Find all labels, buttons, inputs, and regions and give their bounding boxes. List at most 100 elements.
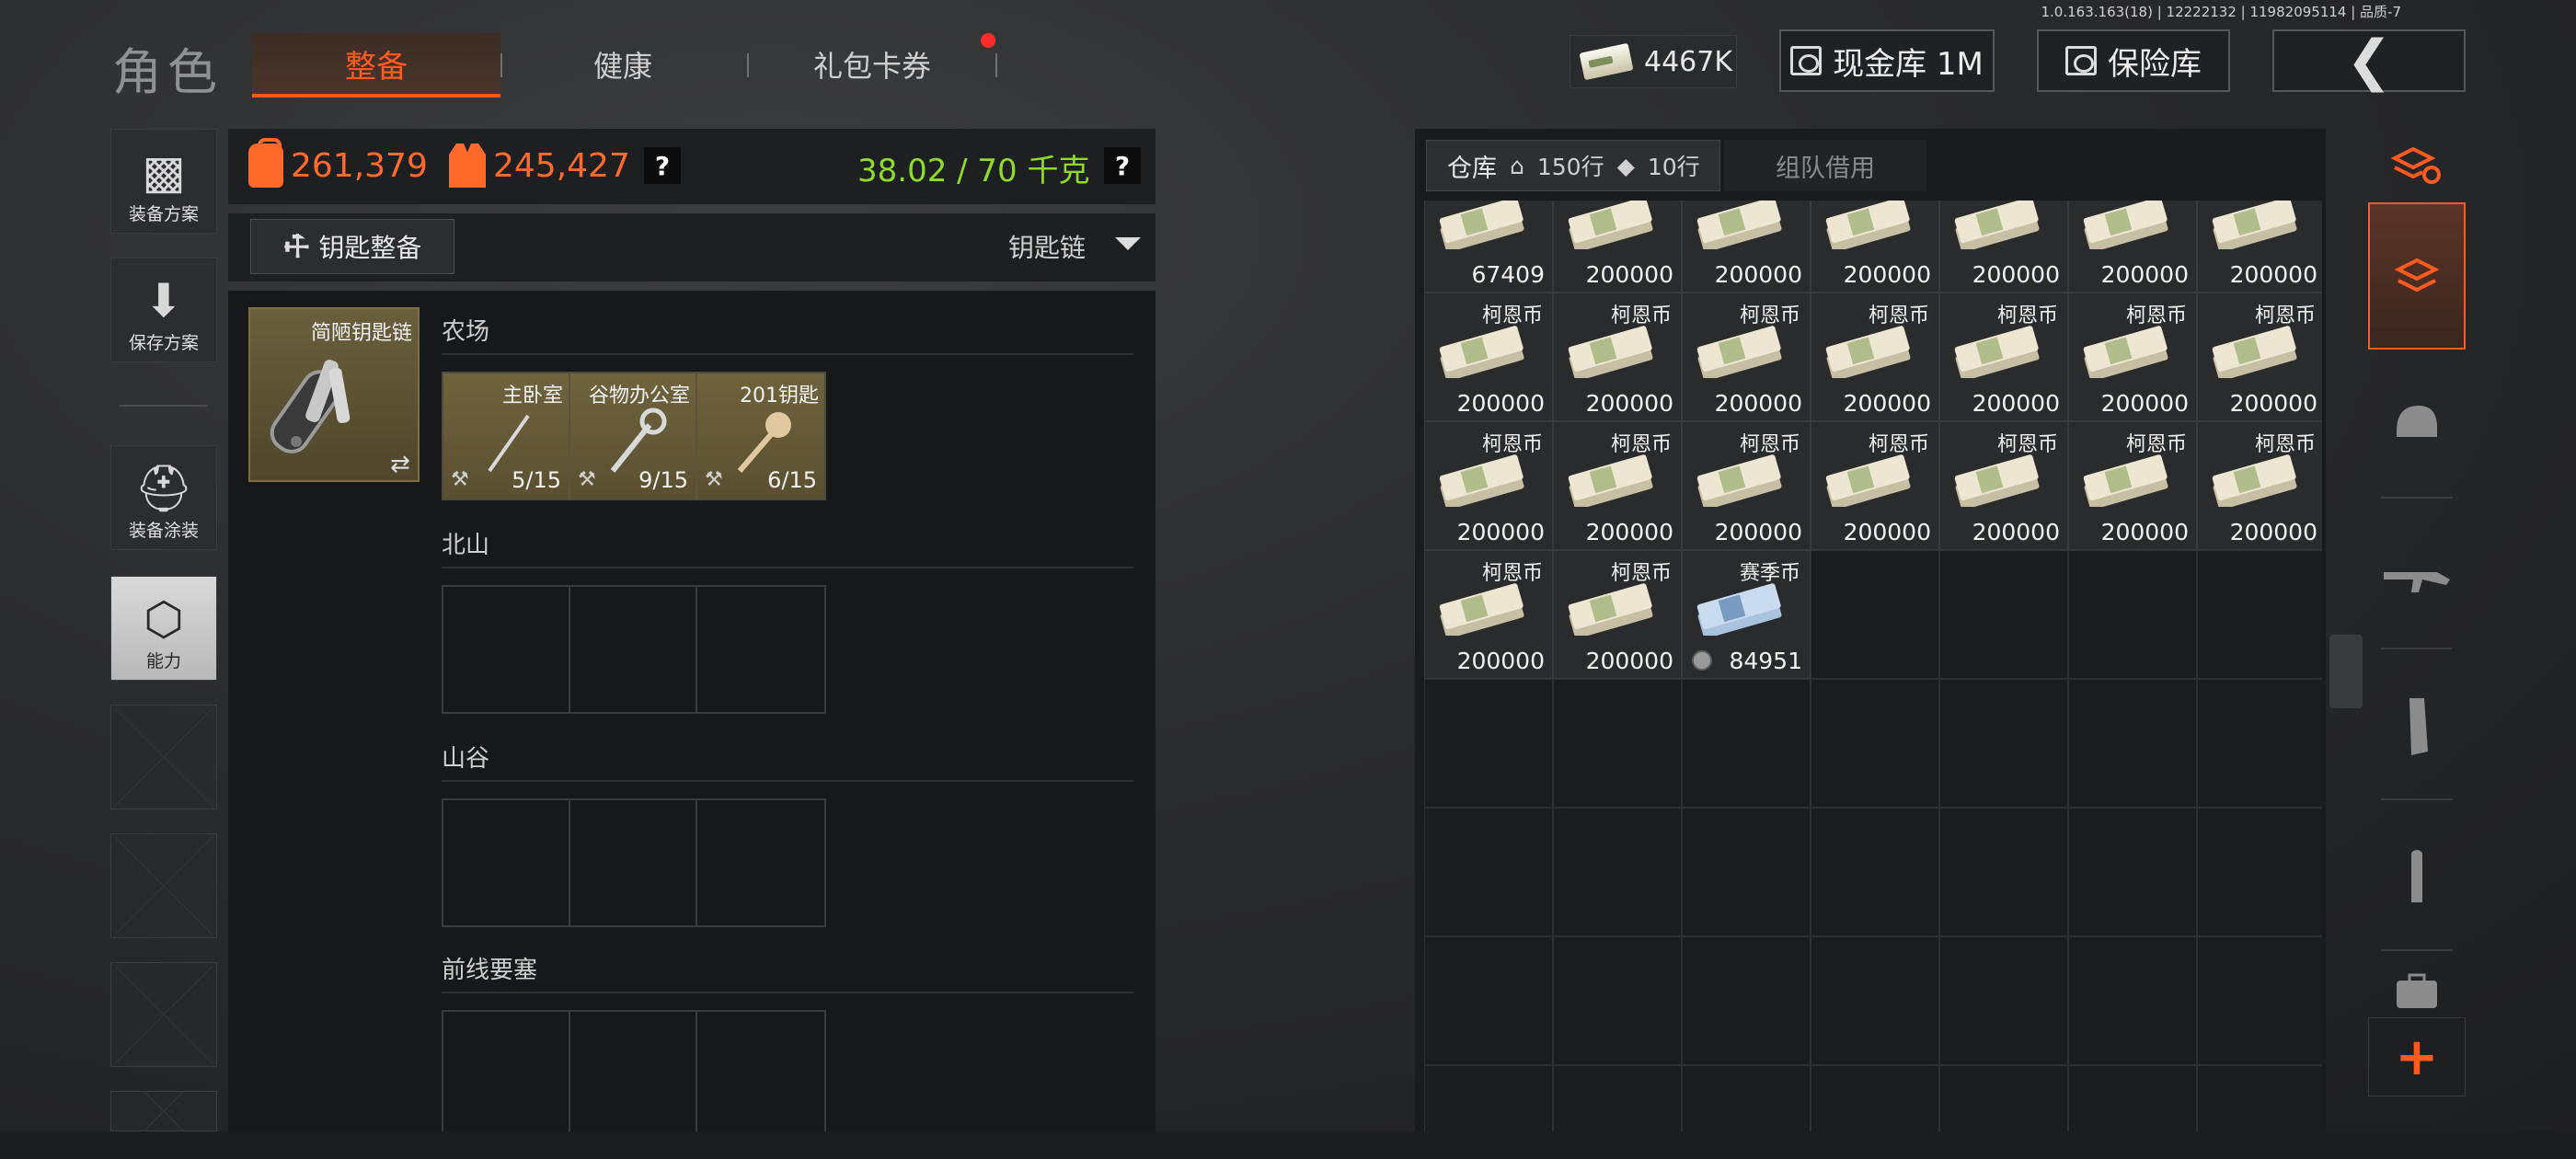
stash-empty-cell[interactable]: [1682, 679, 1811, 808]
key-slot-empty[interactable]: [443, 800, 571, 925]
add-filter-button[interactable]: +: [2368, 1017, 2466, 1096]
key-slot[interactable]: ⚒ 201钥匙 6/15: [697, 373, 825, 499]
sidebar-gear-skins[interactable]: ⛑ 装备涂装: [110, 445, 217, 550]
stash-item[interactable]: 柯恩币 200000: [1811, 421, 1939, 550]
filter-helmet[interactable]: [2368, 368, 2466, 478]
tab-stash[interactable]: 仓库 ⌂ 150行 ◆ 10行: [1426, 140, 1720, 191]
stash-empty-cell[interactable]: [2197, 550, 2322, 679]
stash-empty-cell[interactable]: [1553, 936, 1682, 1065]
filter-magazine[interactable]: [2368, 671, 2466, 782]
stash-item[interactable]: 柯恩币 200000: [1424, 550, 1553, 679]
stash-item[interactable]: 柯恩币 200000: [1939, 293, 2068, 421]
stash-empty-cell[interactable]: [1939, 1065, 2068, 1131]
tab-equipment[interactable]: 整备: [252, 33, 500, 98]
item-name: 柯恩币: [1610, 433, 1672, 456]
stash-empty-cell[interactable]: [1811, 679, 1939, 808]
cash-vault-button[interactable]: 现金库 1M: [1779, 29, 1995, 92]
filter-ammo[interactable]: [2368, 822, 2466, 933]
stash-empty-cell[interactable]: [2068, 936, 2197, 1065]
stash-empty-cell[interactable]: [2068, 1065, 2197, 1131]
stash-empty-cell[interactable]: [1811, 1065, 1939, 1131]
stash-item[interactable]: 柯恩币 200000: [1424, 293, 1553, 421]
stash-empty-cell[interactable]: [1811, 936, 1939, 1065]
value-help-button[interactable]: ?: [644, 147, 681, 184]
stash-empty-cell[interactable]: [2197, 936, 2322, 1065]
stash-item[interactable]: 柯恩币 200000: [2068, 421, 2197, 550]
item-name: 柯恩币: [1610, 562, 1672, 585]
stash-item[interactable]: 柯恩币 200000: [2197, 293, 2322, 421]
stash-empty-cell[interactable]: [2068, 808, 2197, 936]
key-slot-empty[interactable]: [570, 587, 698, 712]
stash-item[interactable]: 柯恩币 200000: [1553, 293, 1682, 421]
stash-sort-button[interactable]: [2368, 129, 2466, 202]
cash-stack-icon: [1696, 326, 1782, 378]
keychain-dropdown-label[interactable]: 钥匙链: [1008, 228, 1086, 265]
item-count: 200000: [1972, 261, 2060, 288]
stash-empty-cell[interactable]: [1682, 1065, 1811, 1131]
key-slot-empty[interactable]: [570, 800, 698, 925]
stash-empty-cell[interactable]: [2197, 679, 2322, 808]
stash-empty-cell[interactable]: [1939, 808, 2068, 936]
key-slot[interactable]: ⚒ 主卧室 5/15: [443, 373, 571, 499]
stash-item[interactable]: 柯恩币 200000: [2068, 293, 2197, 421]
stash-item[interactable]: 柯恩币 200000: [1682, 293, 1811, 421]
item-name: 柯恩币: [1481, 304, 1543, 327]
stash-swap-icon: [2391, 146, 2441, 184]
stash-empty-cell[interactable]: [1682, 936, 1811, 1065]
key-slot[interactable]: ⚒ 谷物办公室 9/15: [570, 373, 698, 499]
tab-gift-coupons[interactable]: 礼包卡券: [764, 37, 981, 92]
stash-empty-cell[interactable]: [1939, 936, 2068, 1065]
item-name: 柯恩币: [1739, 304, 1800, 327]
stash-empty-cell[interactable]: [1553, 1065, 1682, 1131]
chevron-down-icon[interactable]: [1115, 237, 1141, 250]
stash-empty-cell[interactable]: [2068, 550, 2197, 679]
stash-empty-cell[interactable]: [1424, 679, 1553, 808]
filter-all[interactable]: [2368, 202, 2466, 350]
swap-icon[interactable]: ⇄: [390, 451, 410, 478]
filter-rifle[interactable]: [2368, 524, 2466, 635]
stash-empty-cell[interactable]: [1811, 550, 1939, 679]
tab-team-borrow[interactable]: 组队借用: [1724, 140, 1926, 191]
stash-empty-cell[interactable]: [1424, 808, 1553, 936]
sidebar-abilities[interactable]: ⬡ 能力: [110, 576, 217, 681]
stash-empty-cell[interactable]: [1424, 936, 1553, 1065]
tab-health[interactable]: 健康: [515, 37, 730, 92]
key-slot-empty[interactable]: [570, 1012, 698, 1131]
back-button[interactable]: ❮: [2272, 29, 2466, 92]
stash-empty-cell[interactable]: [2197, 808, 2322, 936]
cash-stack-icon: [2083, 326, 2168, 378]
sidebar-gear-plans[interactable]: ▩ 装备方案: [110, 129, 217, 234]
stash-empty-cell[interactable]: [1939, 550, 2068, 679]
stash-item[interactable]: 柯恩币 200000: [1424, 421, 1553, 550]
stash-empty-cell[interactable]: [1939, 679, 2068, 808]
item-count: 200000: [2100, 519, 2189, 545]
key-slot-empty[interactable]: [443, 1012, 571, 1131]
stash-empty-cell[interactable]: [1811, 808, 1939, 936]
stash-empty-cell[interactable]: [2197, 1065, 2322, 1131]
stash-item[interactable]: 柯恩币 200000: [1939, 421, 2068, 550]
stash-grid[interactable]: 67409 200000 200000 200000 200000 200000 20000…: [1424, 201, 2322, 1131]
stash-empty-cell[interactable]: [1553, 679, 1682, 808]
sidebar-save-plan[interactable]: ⬇ 保存方案: [110, 258, 217, 362]
safe-button[interactable]: 保险库: [2037, 29, 2230, 92]
stash-item[interactable]: 柯恩币 200000: [2197, 421, 2322, 550]
key-slot-empty[interactable]: [697, 587, 824, 712]
key-organize-button[interactable]: ⚒ 钥匙整备: [250, 219, 454, 274]
filter-medical[interactable]: [2368, 966, 2466, 1017]
stash-empty-cell[interactable]: [1424, 1065, 1553, 1131]
stash-empty-cell[interactable]: [2068, 679, 2197, 808]
stash-item[interactable]: 柯恩币 200000: [1811, 293, 1939, 421]
stash-item[interactable]: 柯恩币 200000: [1682, 421, 1811, 550]
stash-empty-cell[interactable]: [1553, 808, 1682, 936]
tab-label: 礼包卡券: [812, 49, 931, 84]
key-slot-empty[interactable]: [443, 587, 571, 712]
stash-scrollbar[interactable]: [2329, 635, 2363, 708]
stash-item[interactable]: 柯恩币 200000: [1553, 550, 1682, 679]
key-slot-empty[interactable]: [697, 800, 824, 925]
stash-item[interactable]: 柯恩币 200000: [1553, 421, 1682, 550]
stash-empty-cell[interactable]: [1682, 808, 1811, 936]
weight-help-button[interactable]: ?: [1104, 147, 1141, 184]
key-tool-icon: ⚒: [451, 468, 469, 491]
stash-item[interactable]: 赛季币 84951: [1682, 550, 1811, 679]
key-slot-empty[interactable]: [697, 1012, 824, 1131]
